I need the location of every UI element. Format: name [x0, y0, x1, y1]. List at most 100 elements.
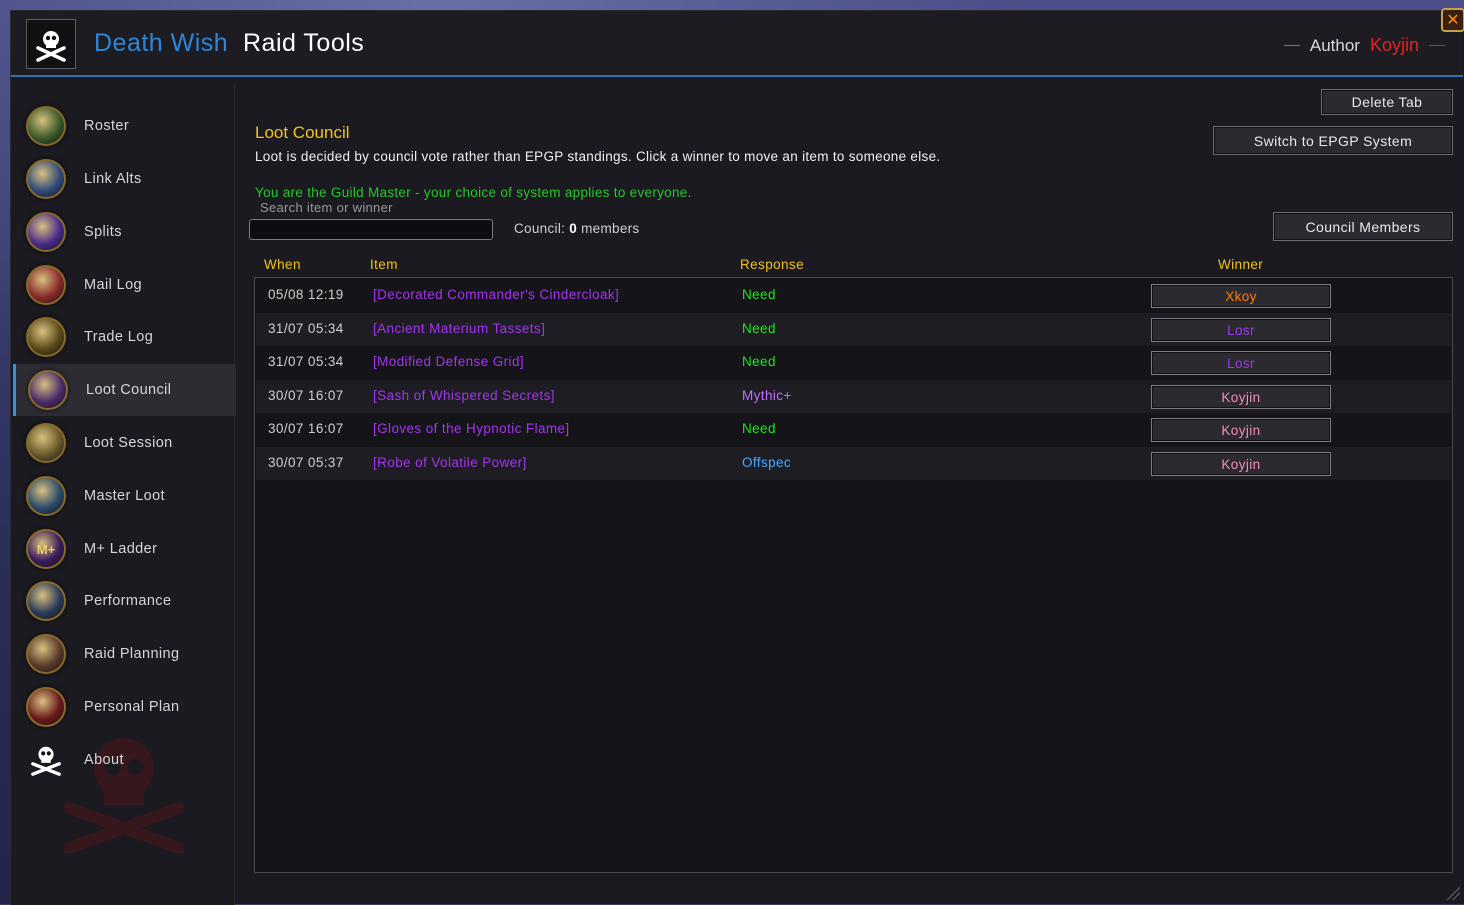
loot-time: 05/08 12:19	[268, 287, 344, 302]
master-loot-icon	[26, 476, 66, 516]
sidebar-item-label: Loot Council	[86, 382, 171, 398]
council-count-label: Council: 0 members	[514, 221, 640, 236]
splits-icon	[26, 212, 66, 252]
sidebar-item-raid-planning[interactable]: Raid Planning	[14, 628, 234, 680]
sidebar-item-label: Trade Log	[84, 329, 153, 345]
page-title: Loot Council	[255, 123, 350, 143]
loot-council-icon	[28, 370, 68, 410]
column-header-response[interactable]: Response	[740, 257, 804, 272]
sidebar-item-performance[interactable]: Performance	[14, 575, 234, 627]
author-label: Author	[1310, 36, 1360, 56]
item-link[interactable]: [Decorated Commander's Cindercloak]	[373, 287, 619, 302]
column-header-item[interactable]: Item	[370, 257, 398, 272]
app-title-primary: Death Wish	[94, 29, 228, 58]
loot-time: 30/07 16:07	[268, 388, 344, 403]
switch-to-epgp-button[interactable]: Switch to EPGP System	[1213, 126, 1453, 155]
sidebar-item-label: Mail Log	[84, 277, 142, 293]
personal-plan-icon	[26, 687, 66, 727]
performance-icon	[26, 581, 66, 621]
skull-icon	[26, 740, 66, 780]
loot-response: Need	[742, 321, 776, 336]
table-row: 30/07 16:07 [Sash of Whispered Secrets] My…	[256, 380, 1451, 413]
table-row: 30/07 05:37 [Robe of Volatile Power] Offsp…	[256, 447, 1451, 480]
loot-response: Need	[742, 287, 776, 302]
sidebar-item-loot-session[interactable]: Loot Session	[14, 417, 234, 469]
sidebar-item-link-alts[interactable]: Link Alts	[14, 153, 234, 205]
item-link[interactable]: [Modified Defense Grid]	[373, 354, 524, 369]
item-link[interactable]: [Sash of Whispered Secrets]	[373, 388, 555, 403]
mplus-icon: M+	[26, 529, 66, 569]
council-members-button[interactable]: Council Members	[1273, 212, 1453, 241]
search-input[interactable]	[249, 219, 493, 240]
sidebar-item-label: Raid Planning	[84, 646, 180, 662]
skull-logo-icon	[26, 19, 76, 69]
trade-icon	[26, 317, 66, 357]
page-description: Loot is decided by council vote rather t…	[255, 149, 940, 164]
sidebar-item-trade-log[interactable]: Trade Log	[14, 311, 234, 363]
loot-response: Need	[742, 421, 776, 436]
header-accent-line	[11, 75, 1463, 77]
winner-button[interactable]: Koyjin	[1151, 418, 1331, 442]
sidebar-item-label: Personal Plan	[84, 699, 179, 715]
loot-time: 30/07 16:07	[268, 421, 344, 436]
sidebar-item-splits[interactable]: Splits	[14, 206, 234, 258]
close-button[interactable]: ✕	[1441, 8, 1464, 32]
loot-time: 31/07 05:34	[268, 321, 344, 336]
loot-table: 05/08 12:19 [Decorated Commander's Cinder…	[254, 277, 1453, 873]
column-header-winner[interactable]: Winner	[1218, 257, 1263, 272]
author-credit: Author Koyjin	[1284, 35, 1445, 56]
loot-response: Need	[742, 354, 776, 369]
winner-button[interactable]: Koyjin	[1151, 385, 1331, 409]
sidebar-item-mail-log[interactable]: Mail Log	[14, 259, 234, 311]
divider	[1284, 45, 1300, 46]
sidebar-item-m-ladder[interactable]: M+ M+ Ladder	[14, 523, 234, 575]
table-row: 31/07 05:34 [Modified Defense Grid] Need Lo…	[256, 346, 1451, 379]
loot-time: 30/07 05:37	[268, 455, 344, 470]
resize-grip[interactable]	[1446, 886, 1460, 900]
sidebar: Roster Link Alts Splits Mail Log Trade Log Lo…	[11, 83, 234, 905]
sidebar-item-label: Performance	[84, 593, 171, 609]
sidebar-item-label: Roster	[84, 118, 129, 134]
sidebar-item-loot-council[interactable]: Loot Council	[13, 364, 236, 416]
raid-tools-window: Death Wish Raid Tools Author Koyjin ✕ Ro…	[10, 10, 1464, 904]
loot-session-icon	[26, 423, 66, 463]
table-row: 05/08 12:19 [Decorated Commander's Cinder…	[256, 279, 1451, 312]
sidebar-item-label: Splits	[84, 224, 122, 240]
winner-button[interactable]: Losr	[1151, 318, 1331, 342]
sidebar-item-label: Master Loot	[84, 488, 165, 504]
item-link[interactable]: [Ancient Materium Tassets]	[373, 321, 545, 336]
link-alts-icon	[26, 159, 66, 199]
winner-button[interactable]: Losr	[1151, 351, 1331, 375]
window-header: Death Wish Raid Tools Author Koyjin ✕	[11, 11, 1463, 76]
main-panel: Delete Tab Switch to EPGP System Loot Co…	[235, 83, 1463, 905]
council-prefix: Council:	[514, 221, 565, 236]
sidebar-item-personal-plan[interactable]: Personal Plan	[14, 681, 234, 733]
council-suffix: members	[581, 221, 639, 236]
sidebar-item-roster[interactable]: Roster	[14, 100, 234, 152]
mail-icon	[26, 265, 66, 305]
sidebar-item-label: Loot Session	[84, 435, 173, 451]
loot-response: Mythic+	[742, 388, 792, 403]
delete-tab-button[interactable]: Delete Tab	[1321, 89, 1453, 115]
winner-button[interactable]: Koyjin	[1151, 452, 1331, 476]
roster-icon	[26, 106, 66, 146]
raid-planning-icon	[26, 634, 66, 674]
author-name: Koyjin	[1370, 35, 1419, 56]
search-label: Search item or winner	[260, 200, 393, 215]
loot-response: Offspec	[742, 455, 791, 470]
sidebar-item-label: About	[84, 752, 124, 768]
table-row: 31/07 05:34 [Ancient Materium Tassets] Nee…	[256, 313, 1451, 346]
item-link[interactable]: [Robe of Volatile Power]	[373, 455, 527, 470]
winner-button[interactable]: Xkoy	[1151, 284, 1331, 308]
sidebar-item-label: Link Alts	[84, 171, 142, 187]
item-link[interactable]: [Gloves of the Hypnotic Flame]	[373, 421, 570, 436]
sidebar-item-label: M+ Ladder	[84, 541, 157, 557]
council-count: 0	[569, 221, 577, 236]
sidebar-item-about[interactable]: About	[14, 734, 234, 786]
sidebar-item-master-loot[interactable]: Master Loot	[14, 470, 234, 522]
divider	[1429, 45, 1445, 46]
guild-master-note: You are the Guild Master - your choice o…	[255, 185, 692, 200]
loot-time: 31/07 05:34	[268, 354, 344, 369]
column-header-when[interactable]: When	[264, 257, 301, 272]
table-row: 30/07 16:07 [Gloves of the Hypnotic Flame…	[256, 413, 1451, 446]
